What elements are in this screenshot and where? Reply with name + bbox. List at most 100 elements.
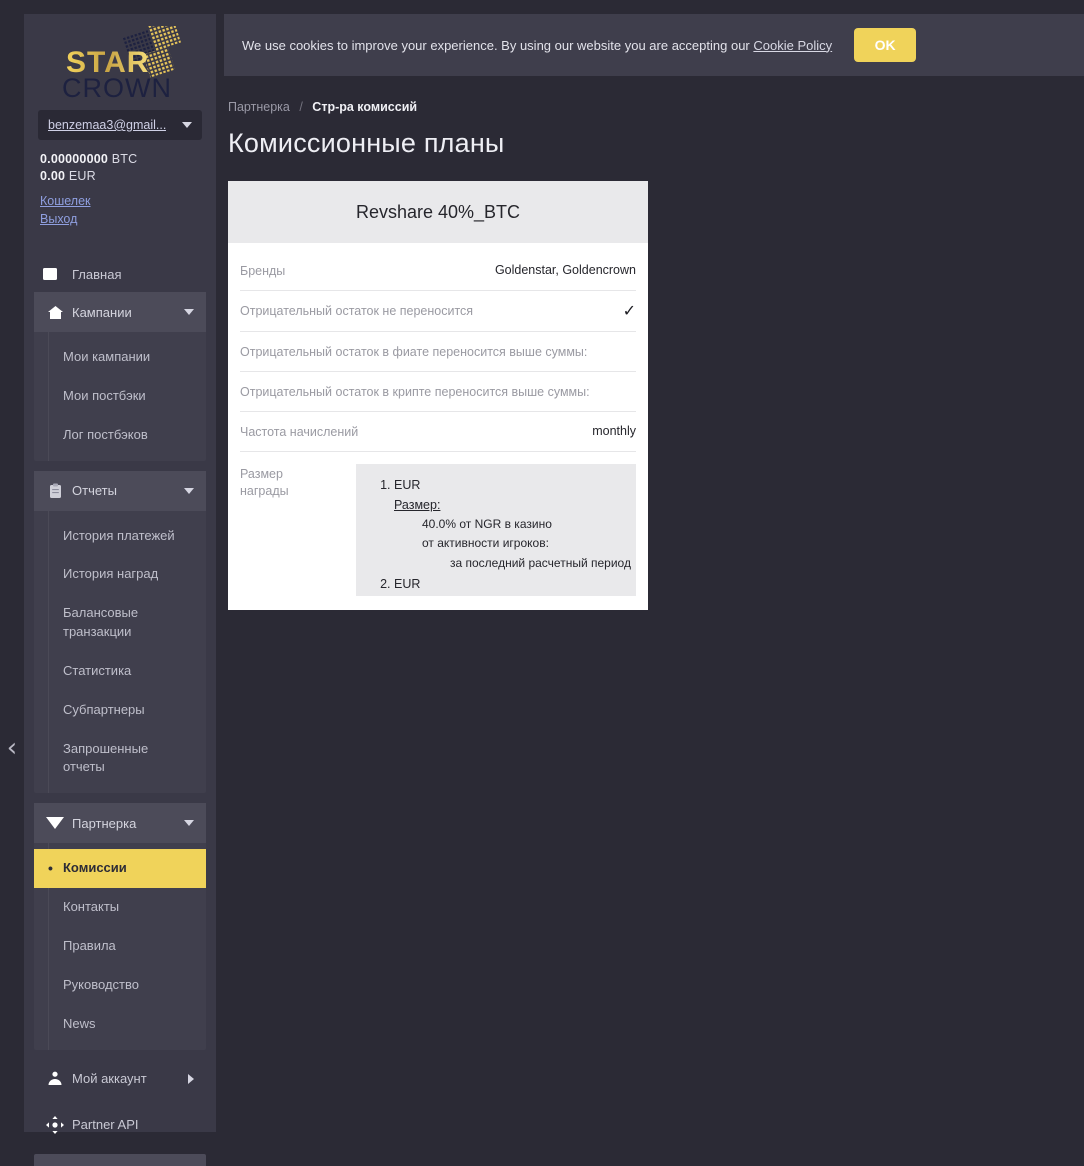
reward-details-scroll-area[interactable]: EUR Размер: 40.0% от NGR в казино от акт… [356,464,636,597]
table-row: Частота начислений monthly [240,412,636,453]
sidebar-nav: Главная Кампании Мои кампании Мои постбэ… [24,256,216,1166]
reward-size-caption: Размер: [394,497,441,512]
sidebar-item-payment-history[interactable]: История платежей [49,517,206,556]
breadcrumb-parent[interactable]: Партнерка [228,100,290,114]
sidebar-item-my-account[interactable]: Мой аккаунт [34,1060,206,1098]
dashboard-icon [42,267,66,281]
sidebar-item-home[interactable]: Главная [24,256,216,292]
account-links: Кошелек Выход [40,194,200,226]
row-label: Частота начислений [240,425,359,439]
balance-eur-amount: 0.00 [40,169,66,183]
breadcrumb-separator: / [299,100,303,114]
sidebar-group-campaigns: Кампании Мои кампании Мои постбэки Лог п… [34,292,206,461]
row-value: Goldenstar, Goldencrown [494,263,636,277]
sidebar-group-campaigns-items: Мои кампании Мои постбэки Лог постбэков [48,332,206,461]
page-content: Партнерка / Стр-ра комиссий Комиссионные… [224,76,1084,611]
diamond-icon [42,816,68,830]
app-root: ‹ STAR CROWN benzemaa3@gmail... 0.000000… [0,0,1084,1166]
table-row: Отрицательный остаток не переносится ✓ [240,291,636,332]
star-crown-logo-graphic: STAR CROWN [54,26,186,102]
chevron-right-icon [188,1073,194,1084]
sidebar-group-campaigns-header[interactable]: Кампании [34,292,206,332]
reward-size-row: Размер награды EUR Размер: 40.0% от NGR … [240,452,636,597]
breadcrumb-current: Стр-ра комиссий [312,100,418,114]
sidebar-group-campaigns-label: Кампании [72,304,132,320]
sidebar-item-partner-api-label: Partner API [72,1117,139,1132]
chevron-down-icon [182,122,192,128]
reward-period-line: за последний расчетный период [450,555,631,570]
commission-plan-card: Revshare 40%_BTC Бренды Goldenstar, Gold… [228,181,648,611]
logo-svg: STAR CROWN [62,26,182,102]
account-balances: 0.00000000 BTC 0.00 EUR Кошелек Выход [38,140,202,242]
reward-activity-line: от активности игроков: [422,536,549,551]
balance-btc-currency: BTC [111,152,138,166]
list-item: EUR Размер: [394,575,636,596]
brand-logo[interactable]: STAR CROWN [24,14,216,106]
sidebar-collapse-handle[interactable]: ‹ [2,728,22,768]
cookie-message: We use cookies to improve your experienc… [242,37,754,53]
user-icon [42,1071,68,1086]
row-label: Отрицательный остаток в крипте переносит… [240,384,590,399]
sidebar-group-reports-header[interactable]: Отчеты [34,470,206,511]
page-title: Комиссионные планы [228,128,505,158]
sidebar-item-my-postbacks[interactable]: Мои постбэки [49,377,206,416]
sidebar-group-reports-items: История платежей История наград Балансов… [48,510,206,794]
home-icon [42,305,68,320]
svg-text:CROWN: CROWN [62,73,172,102]
sidebar-item-statistics[interactable]: Статистика [49,652,206,691]
cookie-policy-link[interactable]: Cookie Policy [753,38,832,53]
balance-btc-amount: 0.00000000 [40,152,109,166]
sidebar-item-contacts[interactable]: Контакты [49,888,206,927]
main-content: We use cookies to improve your experienc… [224,14,1084,611]
sidebar-item-my-campaigns[interactable]: Мои кампании [49,338,206,377]
cookie-consent-banner: We use cookies to improve your experienc… [224,14,1084,76]
balance-btc: 0.00000000 BTC [40,152,200,166]
sidebar-item-rules[interactable]: Правила [49,927,206,966]
sidebar-group-affiliate-items: Комиссии Контакты Правила Руководство Ne… [34,843,206,1050]
sidebar-item-commissions[interactable]: Комиссии [34,849,206,889]
breadcrumb: Партнерка / Стр-ра комиссий [228,100,1066,114]
sidebar-item-requested-reports[interactable]: Запрошенные отчеты [49,730,161,788]
row-value: monthly [592,424,636,438]
reward-size-label: Размер награды [240,467,289,498]
sidebar-item-partner-api[interactable]: Partner API [34,1106,206,1144]
reward-currency: EUR [394,577,421,592]
sidebar-group-affiliate-header[interactable]: Партнерка [34,803,206,844]
table-row: Отрицательный остаток в фиате переноситс… [240,332,636,372]
checkmark-icon: ✓ [622,301,636,321]
logout-link[interactable]: Выход [40,212,200,226]
balance-eur: 0.00 EUR [40,169,200,183]
row-label: Отрицательный остаток в фиате переноситс… [240,344,588,359]
cookie-banner-text: We use cookies to improve your experienc… [242,38,832,53]
sidebar-item-postback-log[interactable]: Лог постбэков [49,416,206,455]
commission-plan-name: Revshare 40%_BTC [228,181,648,243]
api-move-icon [42,1115,68,1134]
sidebar-group-reports: Отчеты История платежей История наград Б… [34,470,206,794]
account-email: benzemaa3@gmail... [48,118,167,132]
sidebar-item-home-label: Главная [72,266,122,282]
sidebar-item-guide[interactable]: Руководство [49,966,206,1005]
table-row: Бренды Goldenstar, Goldencrown [240,251,636,292]
sidebar-item-reward-history[interactable]: История наград [49,555,206,594]
balance-eur-currency: EUR [68,169,96,183]
account-panel: benzemaa3@gmail... 0.00000000 BTC 0.00 E… [38,110,202,242]
sidebar-group-affiliate: Партнерка Комиссии Контакты Правила Руко… [34,803,206,1050]
table-row: Отрицательный остаток в крипте переносит… [240,372,636,412]
sidebar-item-balance-transactions[interactable]: Балансовые транзакции [49,594,167,652]
sidebar-language-selector[interactable]: Русский [34,1153,206,1166]
account-dropdown-toggle[interactable]: benzemaa3@gmail... [38,110,202,140]
sidebar-item-my-account-label: Мой аккаунт [72,1071,147,1086]
wallet-link[interactable]: Кошелек [40,194,200,208]
reward-list: EUR Размер: 40.0% от NGR в казино от акт… [356,476,636,596]
sidebar-item-news[interactable]: News [49,1005,206,1044]
row-label: Отрицательный остаток не переносится [240,304,474,319]
sidebar-item-subpartners[interactable]: Субпартнеры [49,691,206,730]
cookie-accept-button[interactable]: OK [854,28,917,62]
list-item: EUR Размер: 40.0% от NGR в казино от акт… [394,476,636,573]
sidebar: STAR CROWN benzemaa3@gmail... 0.00000000… [24,14,216,1166]
clipboard-icon [42,483,68,499]
row-label: Бренды [240,264,286,278]
reward-currency: EUR [394,478,421,493]
chevron-left-icon: ‹ [6,733,18,763]
reward-size-caption: Размер: [394,595,636,597]
